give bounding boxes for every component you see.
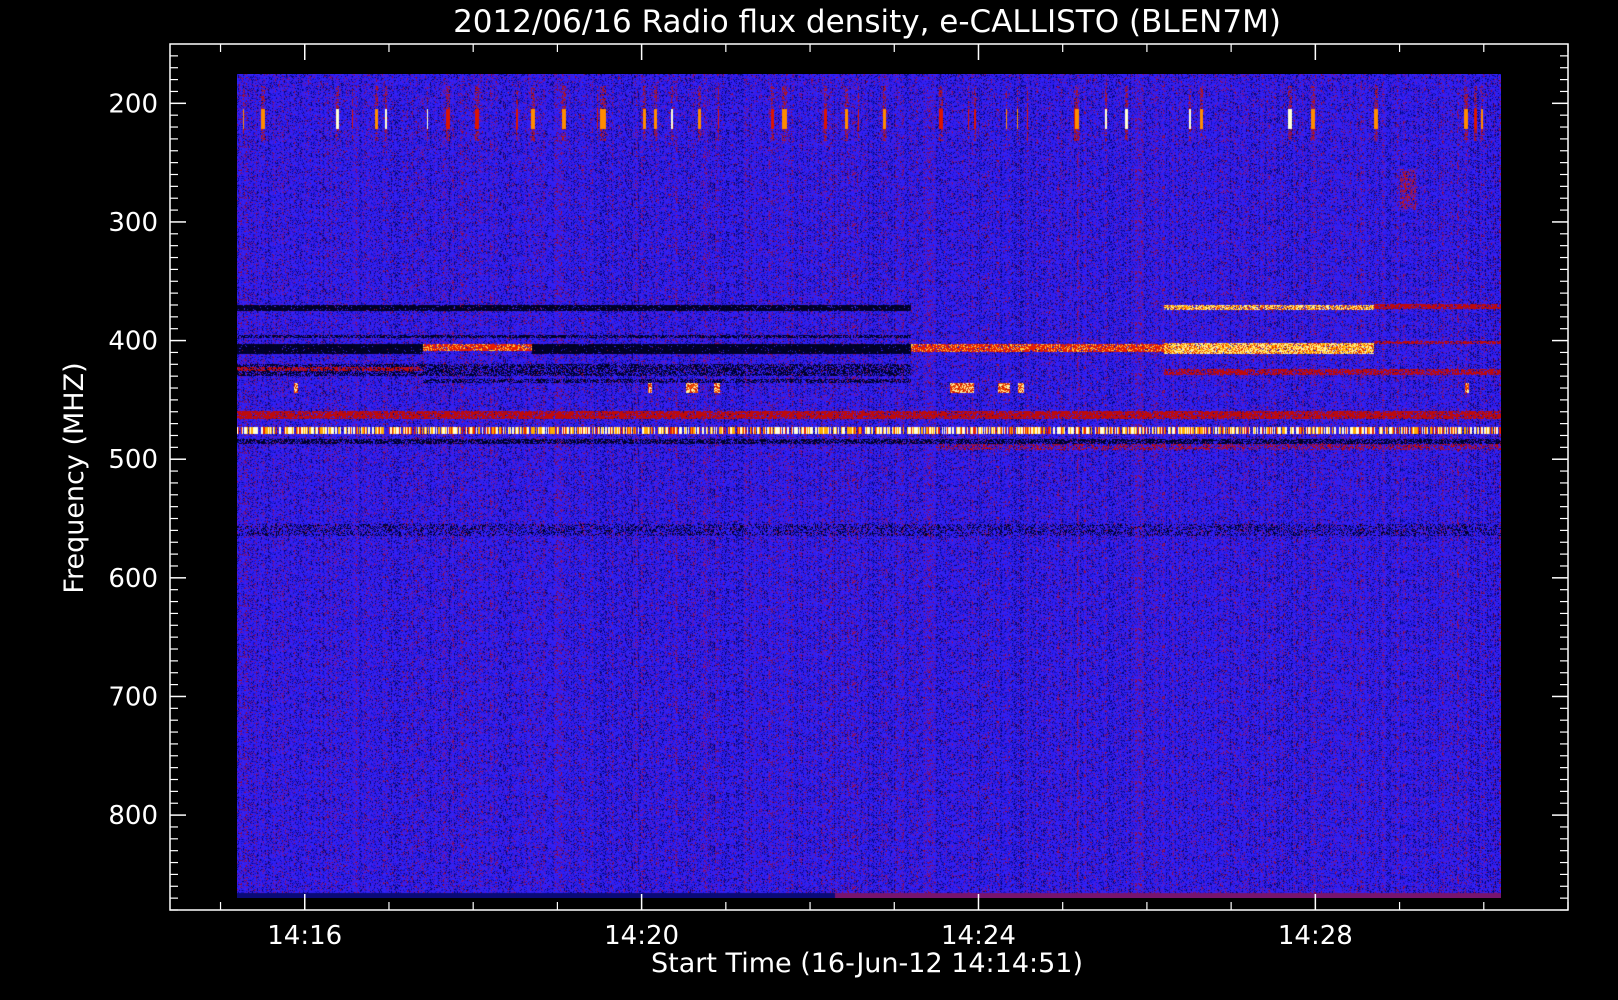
x-tick-label: 14:20: [604, 921, 679, 951]
spectrogram-image: [237, 74, 1501, 898]
y-tick-label: 400: [108, 327, 158, 357]
chart-title: 2012/06/16 Radio flux density, e-CALLIST…: [453, 4, 1281, 40]
y-tick-label: 500: [108, 445, 158, 475]
y-tick-label: 700: [108, 682, 158, 712]
x-tick-label: 14:24: [941, 921, 1016, 951]
spectrogram-chart: 2012/06/16 Radio flux density, e-CALLIST…: [0, 0, 1618, 1000]
x-axis-label: Start Time (16-Jun-12 14:14:51): [651, 948, 1083, 979]
y-tick-label: 600: [108, 564, 158, 594]
x-tick-label: 14:28: [1278, 921, 1353, 951]
y-tick-label: 200: [108, 89, 158, 119]
y-tick-label: 300: [108, 208, 158, 238]
y-axis-label: Frequency (MHZ): [59, 362, 90, 593]
heatmap-layer: [237, 74, 1501, 898]
y-tick-label: 800: [108, 801, 158, 831]
x-tick-label: 14:16: [267, 921, 342, 951]
